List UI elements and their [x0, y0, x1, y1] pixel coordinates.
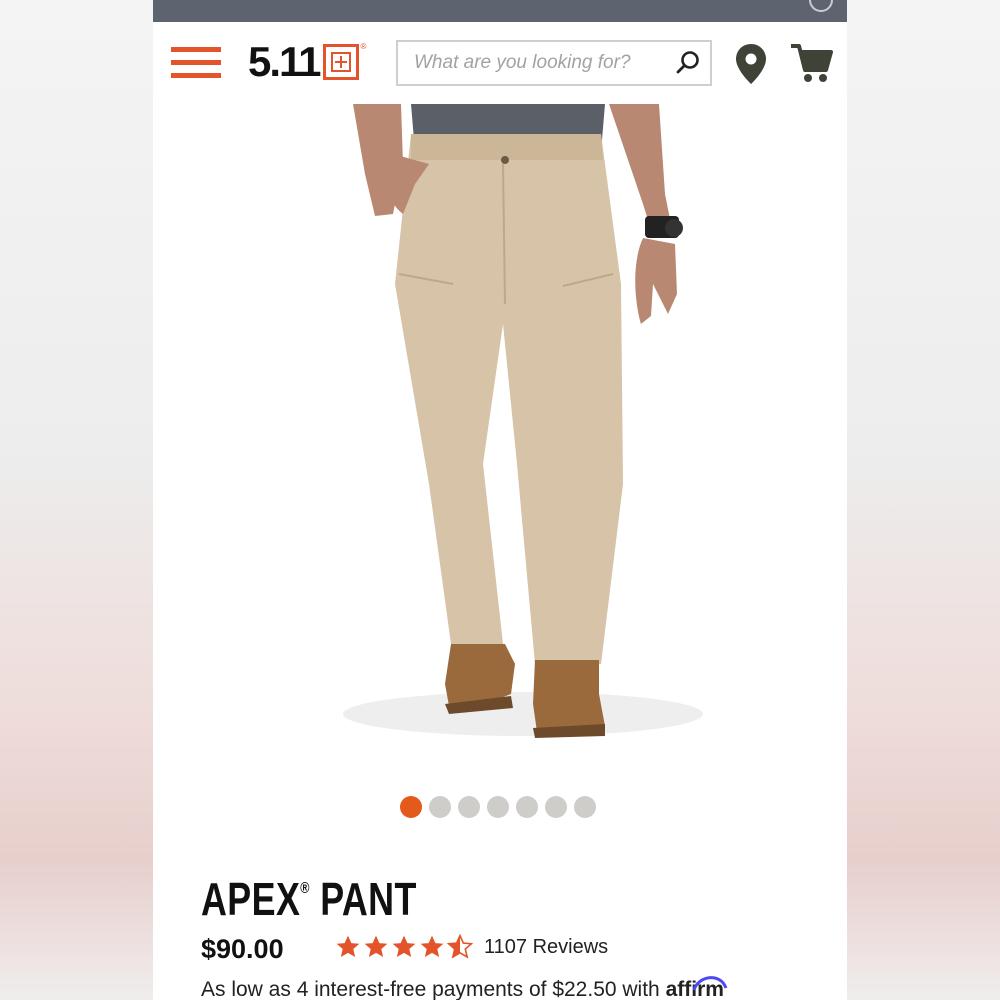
star-half-icon: [447, 934, 473, 959]
gallery-dot-7[interactable]: [574, 796, 596, 818]
search-icon[interactable]: [674, 49, 702, 77]
gallery-dot-4[interactable]: [487, 796, 509, 818]
product-price: $90.00: [201, 934, 284, 964]
gallery-dot-2[interactable]: [429, 796, 451, 818]
gallery-dots: [400, 796, 596, 818]
gallery-dot-5[interactable]: [516, 796, 538, 818]
affirm-arc-icon: [692, 976, 728, 991]
status-indicator-icon: [809, 0, 833, 12]
logo-emblem-icon: [323, 44, 360, 80]
location-pin-icon[interactable]: [733, 42, 769, 86]
menu-icon: [171, 47, 221, 52]
mobile-viewport: 5.11 ® What are you looking for? APEX® P…: [153, 0, 847, 1000]
menu-button[interactable]: [171, 47, 221, 81]
page-backdrop-left: [0, 0, 153, 1000]
star-full-icon: [336, 935, 360, 957]
product-title: APEX® PANT: [201, 873, 417, 925]
cart-icon[interactable]: [789, 42, 833, 84]
gallery-dot-3[interactable]: [458, 796, 480, 818]
star-full-icon: [364, 935, 388, 957]
site-header: 5.11 ®: [153, 22, 847, 104]
star-full-icon: [392, 935, 416, 957]
rating-stars[interactable]: [335, 934, 473, 960]
financing-message: As low as 4 interest-free payments of $2…: [201, 976, 728, 1000]
search-input[interactable]: [398, 42, 668, 84]
product-image[interactable]: [153, 104, 847, 764]
gallery-dot-6[interactable]: [545, 796, 567, 818]
registered-mark: ®: [300, 880, 310, 897]
gallery-dot-1[interactable]: [400, 796, 422, 818]
status-bar: [153, 0, 847, 22]
star-full-icon: [420, 935, 444, 957]
logo-text: 5.11: [248, 38, 321, 85]
page-backdrop-right: [847, 0, 1000, 1000]
affirm-logo[interactable]: affirm: [666, 976, 728, 1000]
brand-logo[interactable]: 5.11 ®: [248, 38, 366, 86]
search-box: [396, 40, 712, 86]
reviews-link[interactable]: 1107 Reviews: [484, 936, 608, 959]
